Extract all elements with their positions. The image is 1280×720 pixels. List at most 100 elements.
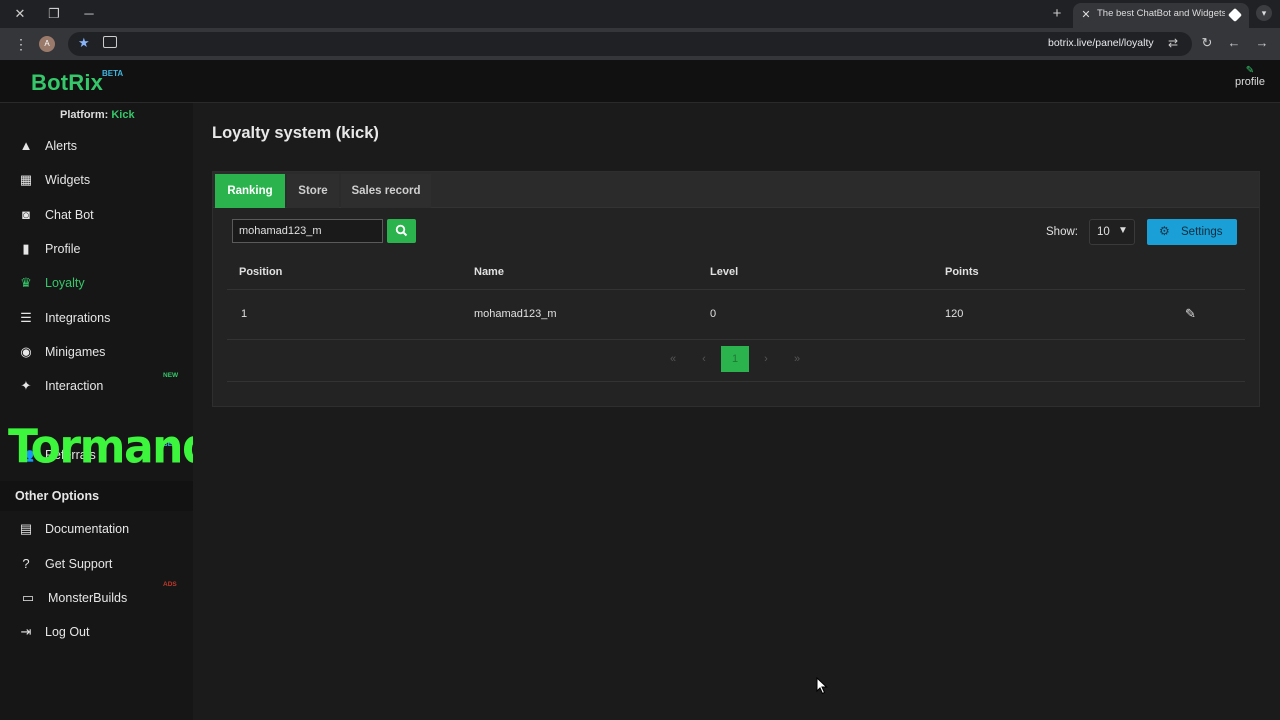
browser-tab-bar: ✕ ❐ ─ + ✕ The best ChatBot and Widgets ▾ bbox=[0, 0, 1280, 28]
sidebar-item-label: Widgets bbox=[45, 173, 91, 187]
sidebar-item-interaction[interactable]: ✦ Interaction NEW bbox=[0, 371, 193, 401]
logout-icon: ⇥ bbox=[20, 624, 32, 639]
sidebar-item-integrations[interactable]: ☰ Integrations bbox=[0, 303, 193, 333]
platform-value: Kick bbox=[111, 109, 135, 121]
sidebar-item-label: Integrations bbox=[45, 311, 111, 325]
sidebar-item-label: Profile bbox=[45, 242, 81, 256]
close-icon[interactable]: ✕ bbox=[10, 4, 30, 24]
search-icon bbox=[395, 224, 408, 237]
settings-button-label: Settings bbox=[1181, 226, 1223, 238]
pagination-first[interactable]: « bbox=[659, 346, 687, 372]
restore-icon[interactable]: ❐ bbox=[44, 4, 64, 24]
table-row: 1 mohamad123_m 0 120 ✎ bbox=[227, 290, 1245, 340]
omnibox[interactable] bbox=[68, 32, 1192, 56]
search-input[interactable] bbox=[232, 219, 383, 243]
table-icon: ▦ bbox=[19, 172, 33, 187]
sidebar-item-monsterbuilds[interactable]: ▭ MonsterBuilds ADS bbox=[0, 581, 193, 613]
bookmark-star-icon[interactable]: ★ bbox=[78, 35, 90, 51]
sidebar-item-chat-bot[interactable]: ◙ Chat Bot bbox=[0, 200, 193, 230]
browser-tab[interactable]: ✕ The best ChatBot and Widgets bbox=[1073, 3, 1249, 28]
ads-badge: ADS bbox=[163, 581, 177, 588]
pagination-last[interactable]: » bbox=[783, 346, 811, 372]
cell-name: mohamad123_m bbox=[474, 308, 557, 320]
install-app-icon[interactable] bbox=[103, 36, 117, 48]
pagination-page-1[interactable]: 1 bbox=[721, 346, 749, 372]
loyalty-panel: Ranking Store Sales record Show: 10 ▼ ⚙ … bbox=[212, 171, 1260, 407]
column-header-points[interactable]: Points bbox=[945, 266, 979, 278]
sidebar: Platform: Kick ▲ Alerts ▦ Widgets ◙ Chat… bbox=[0, 103, 256, 720]
reload-icon[interactable]: ↻ bbox=[1199, 35, 1215, 51]
favicon-icon bbox=[1227, 7, 1243, 23]
show-count-select[interactable]: 10 ▼ bbox=[1089, 219, 1135, 245]
table-header: Position Name Level Points bbox=[227, 253, 1245, 290]
cell-position: 1 bbox=[241, 308, 248, 320]
profile-link[interactable]: ✎ profile bbox=[1230, 66, 1270, 89]
search-button[interactable] bbox=[387, 219, 416, 243]
tab-search-chevron-icon[interactable]: ▾ bbox=[1256, 5, 1272, 21]
browser-address-bar: ⋮ A ★ botrix.live/panel/loyalty ⇄ ↻ ← → bbox=[0, 28, 1280, 60]
platform-prefix: Platform: bbox=[60, 109, 109, 121]
sidebar-item-alerts[interactable]: ▲ Alerts bbox=[0, 131, 193, 161]
book-icon: ▤ bbox=[19, 521, 33, 536]
settings-button[interactable]: ⚙ Settings bbox=[1147, 219, 1237, 245]
sidebar-item-profile[interactable]: ▮ Profile bbox=[0, 234, 193, 264]
sidebar-item-widgets[interactable]: ▦ Widgets bbox=[0, 165, 193, 195]
list-icon: ☰ bbox=[20, 310, 32, 325]
show-count-value: 10 bbox=[1097, 226, 1110, 238]
sidebar-item-loyalty[interactable]: ♛ Loyalty bbox=[0, 268, 193, 298]
account-avatar[interactable]: A bbox=[39, 36, 55, 52]
tab-close-icon[interactable]: ✕ bbox=[1079, 6, 1093, 24]
mouse-cursor-icon bbox=[816, 677, 828, 695]
sidebar-item-documentation[interactable]: ▤ Documentation bbox=[0, 514, 193, 544]
gamepad-icon: ◉ bbox=[20, 344, 32, 359]
sidebar-item-label: Loyalty bbox=[45, 276, 85, 290]
sidebar-item-label: Documentation bbox=[45, 522, 130, 536]
chevron-down-icon: ▼ bbox=[1118, 225, 1128, 236]
pagination: « ‹ 1 › » bbox=[213, 346, 1259, 372]
brand-logo[interactable]: BotRix bbox=[31, 70, 103, 96]
minimize-icon[interactable]: ─ bbox=[79, 4, 99, 24]
warning-icon: ▲ bbox=[19, 138, 33, 153]
robot-icon: ◙ bbox=[22, 207, 30, 222]
user-icon: ▮ bbox=[22, 241, 30, 256]
platform-indicator: Platform: Kick bbox=[60, 109, 135, 121]
site-settings-icon[interactable]: ⇄ bbox=[1168, 36, 1178, 50]
sidebar-item-minigames[interactable]: ◉ Minigames bbox=[0, 337, 193, 367]
show-label: Show: bbox=[1046, 226, 1078, 238]
column-header-name[interactable]: Name bbox=[474, 266, 504, 278]
new-badge: NEW bbox=[163, 372, 179, 379]
brand-beta-badge: BETA bbox=[102, 69, 124, 78]
tab-list: Ranking Store Sales record bbox=[213, 172, 1259, 208]
question-icon: ? bbox=[22, 556, 30, 571]
sidebar-item-label: Log Out bbox=[45, 625, 90, 639]
pagination-prev[interactable]: ‹ bbox=[690, 346, 718, 372]
other-options-heading: Other Options bbox=[0, 481, 193, 511]
tab-ranking[interactable]: Ranking bbox=[215, 174, 285, 208]
sidebar-item-label: Alerts bbox=[45, 139, 77, 153]
pencil-icon: ✎ bbox=[1245, 65, 1255, 76]
url-text[interactable]: botrix.live/panel/loyalty bbox=[1048, 37, 1154, 49]
section-title-label: Other Options bbox=[15, 489, 100, 503]
new-tab-icon[interactable]: + bbox=[1048, 4, 1066, 24]
trophy-icon: ♛ bbox=[20, 275, 32, 290]
pagination-next[interactable]: › bbox=[752, 346, 780, 372]
edit-pencil-icon[interactable]: ✎ bbox=[1185, 306, 1196, 322]
main-content: Loyalty system (kick) Ranking Store Sale… bbox=[193, 103, 1280, 720]
sidebar-item-label: Get Support bbox=[45, 557, 113, 571]
laptop-icon: ▭ bbox=[21, 590, 35, 605]
profile-link-label: profile bbox=[1235, 76, 1265, 88]
browser-menu-icon[interactable]: ⋮ bbox=[14, 36, 28, 53]
sidebar-item-get-support[interactable]: ? Get Support bbox=[0, 549, 193, 579]
sidebar-item-label: Minigames bbox=[45, 345, 106, 359]
sidebar-item-label: MonsterBuilds bbox=[48, 591, 128, 605]
page-title: Loyalty system (kick) bbox=[212, 124, 379, 142]
column-header-position[interactable]: Position bbox=[239, 266, 282, 278]
interaction-icon: ✦ bbox=[20, 378, 32, 393]
back-icon[interactable]: ← bbox=[1226, 35, 1242, 50]
sidebar-item-log-out[interactable]: ⇥ Log Out bbox=[0, 617, 193, 647]
tab-title: The best ChatBot and Widgets bbox=[1097, 8, 1225, 19]
tab-store[interactable]: Store bbox=[287, 174, 339, 208]
forward-icon[interactable]: → bbox=[1254, 35, 1270, 50]
tab-sales-record[interactable]: Sales record bbox=[341, 174, 431, 208]
column-header-level[interactable]: Level bbox=[710, 266, 738, 278]
